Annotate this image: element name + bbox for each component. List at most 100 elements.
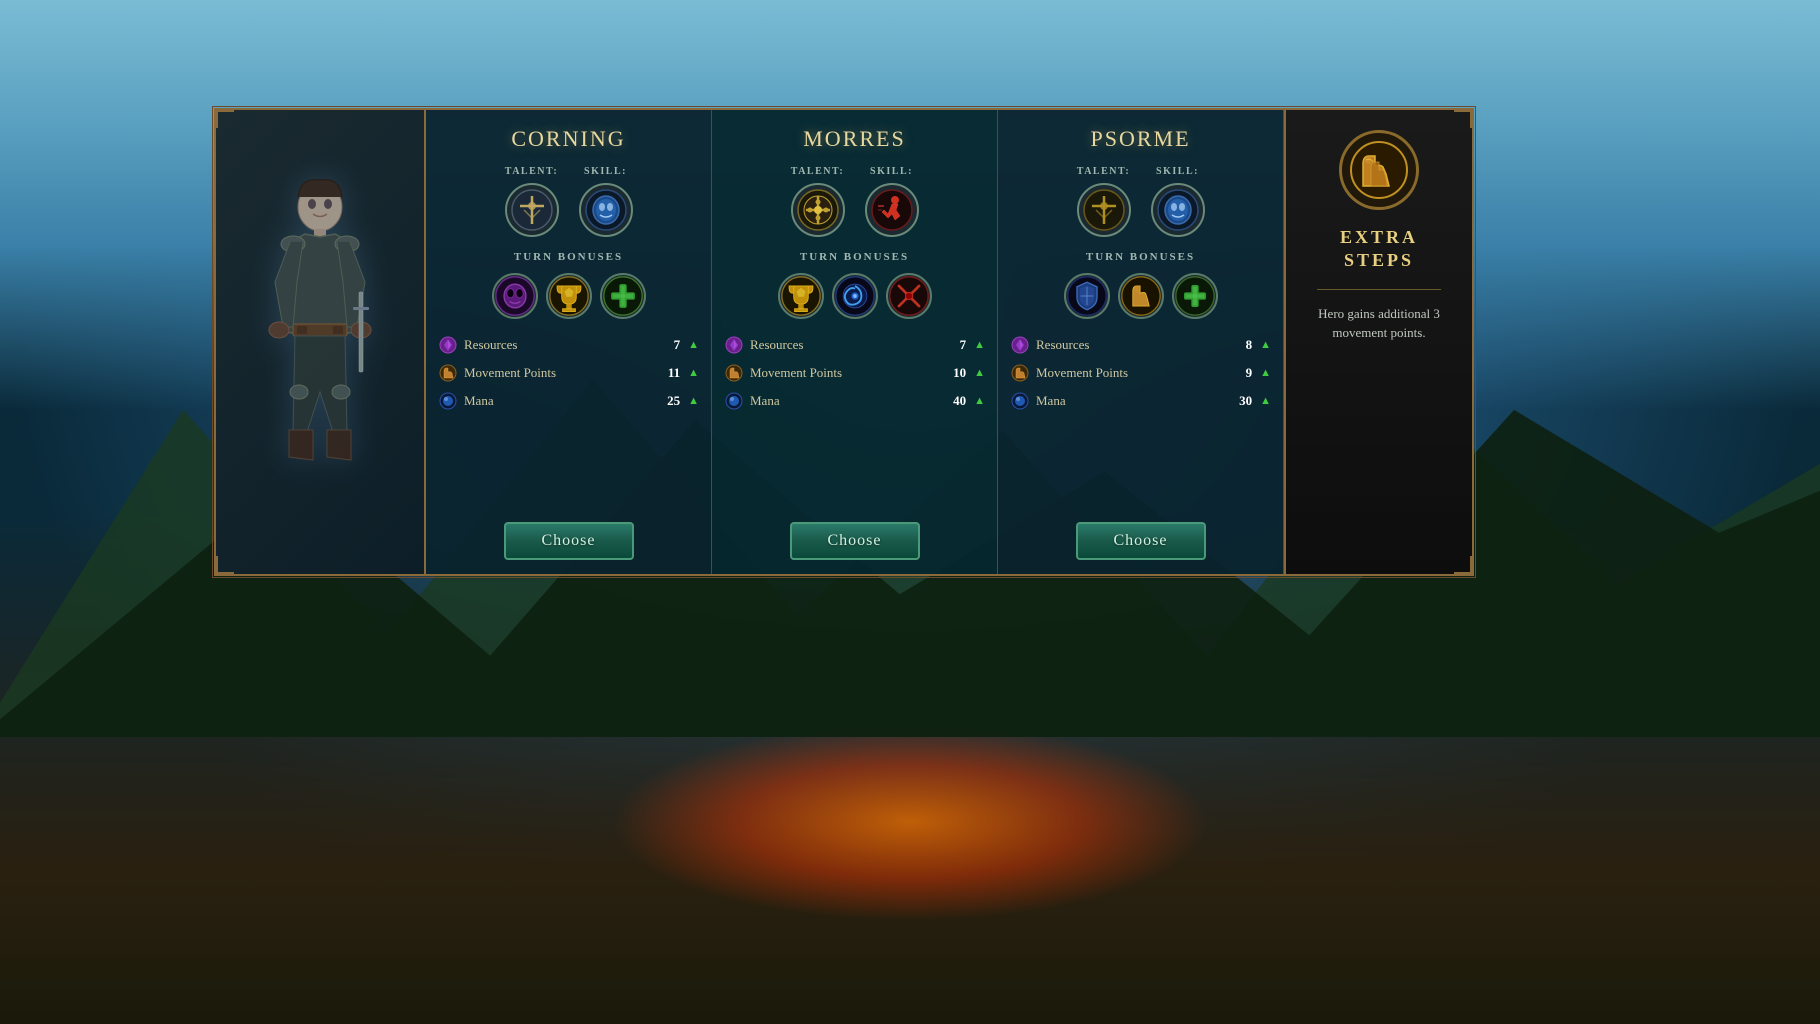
bonus-icons-1 [492,273,646,319]
talent-label-3: TALENT: [1077,166,1130,177]
bonus-icon-trophy [546,273,592,319]
bonus-icon-blue-shield [1064,273,1110,319]
stat-name-mana-1: Mana [464,393,654,409]
option-col-corning: CORNING TALENT: SKILL: [426,110,712,574]
stat-value-mana-3: 30 [1232,393,1252,409]
skill-label-1: SKILL: [584,166,627,177]
talent-icon-2 [791,183,845,237]
stat-row-resources-1: Resources 7 ▲ [438,335,699,355]
red-cross-svg [888,275,930,317]
golden-boots-icon [1349,140,1409,200]
corner-tr [1454,108,1474,128]
hero-figure [230,132,410,552]
stat-arrow-mana-1: ▲ [688,395,699,407]
hero-section [216,110,426,574]
skill-icon-3 [1151,183,1205,237]
col-title-morres: MORRES [803,126,905,152]
green-plus-svg [1174,275,1216,317]
blue-orb-icon-2 [724,391,744,411]
stat-value-movement-2: 10 [946,365,966,381]
corner-br [1454,556,1474,576]
stat-value-movement-1: 11 [660,365,680,381]
extra-divider [1317,289,1440,290]
talent-icon-3 [1077,183,1131,237]
talent-icon-1 [505,183,559,237]
stats-section-3: Resources 8 ▲ Movement Points 9 ▲ [1010,335,1271,508]
extra-panel: EXTRASTEPS Hero gains additional 3 movem… [1284,110,1472,574]
skill-icon-2 [865,183,919,237]
stat-name-mana-3: Mana [1036,393,1226,409]
corner-bl [214,556,234,576]
boot-gold-icon-1 [438,363,458,383]
stat-name-resources-1: Resources [464,337,654,353]
stat-arrow-movement-1: ▲ [688,367,699,379]
boot-gold-icon-3 [1010,363,1030,383]
stat-arrow-resources-1: ▲ [688,339,699,351]
extra-icon-wrapper [1339,130,1419,210]
main-panel: CORNING TALENT: SKILL: [214,108,1474,576]
talent-group-1: TALENT: [505,166,559,237]
stat-value-resources-3: 8 [1232,337,1252,353]
skill-label-3: SKILL: [1156,166,1199,177]
stat-name-movement-1: Movement Points [464,365,654,381]
purple-gem-icon-2 [724,335,744,355]
blue-orb-icon-3 [1010,391,1030,411]
corner-tl [214,108,234,128]
talent-group-2: TALENT: [791,166,845,237]
stat-name-resources-2: Resources [750,337,940,353]
trophy-svg [548,275,590,317]
stat-row-mana-3: Mana 30 ▲ [1010,391,1271,411]
purple-gem-icon-1 [438,335,458,355]
stat-name-movement-2: Movement Points [750,365,940,381]
bonus-icon-green-plus [1172,273,1218,319]
skill-group-2: SKILL: [865,166,919,237]
col-title-corning: CORNING [511,126,625,152]
bonus-icon-red-cross [886,273,932,319]
bonus-icons-3 [1064,273,1218,319]
blue-swirl-svg [834,275,876,317]
stat-row-movement-1: Movement Points 11 ▲ [438,363,699,383]
stat-value-resources-1: 7 [660,337,680,353]
stat-row-mana-1: Mana 25 ▲ [438,391,699,411]
cross-talent-svg [510,188,554,232]
purple-gem-icon-3 [1010,335,1030,355]
bonus-icon-blue-swirl [832,273,878,319]
bonus-icons-2 [778,273,932,319]
hero-character-svg [255,152,385,532]
skill-icon-1 [579,183,633,237]
stat-row-resources-2: Resources 7 ▲ [724,335,985,355]
blue-mask-svg [584,188,628,232]
skill-label-2: SKILL: [870,166,913,177]
extra-title: EXTRASTEPS [1340,226,1418,273]
option-col-psorme: PSORME TALENT: SKILL: [998,110,1284,574]
green-cross-svg [602,275,644,317]
option-col-morres: MORRES TALENT: [712,110,998,574]
turn-bonuses-label-3: TURN BONUSES [1086,251,1195,263]
stats-section-1: Resources 7 ▲ Movement Points 11 ▲ [438,335,699,508]
stat-arrow-resources-3: ▲ [1260,339,1271,351]
col-title-psorme: PSORME [1090,126,1190,152]
stats-section-2: Resources 7 ▲ Movement Points 10 ▲ [724,335,985,508]
skill-group-3: SKILL: [1151,166,1205,237]
bonus-icon-trophy-2 [778,273,824,319]
bonus-icon-purple-mask [492,273,538,319]
talent-label-1: TALENT: [505,166,558,177]
stat-arrow-movement-2: ▲ [974,367,985,379]
choose-button-corning[interactable]: Choose [504,522,634,560]
stat-row-movement-3: Movement Points 9 ▲ [1010,363,1271,383]
stat-value-resources-2: 7 [946,337,966,353]
purple-mask-bonus-svg [494,275,536,317]
stat-arrow-resources-2: ▲ [974,339,985,351]
stat-arrow-mana-3: ▲ [1260,395,1271,407]
choose-button-psorme[interactable]: Choose [1076,522,1206,560]
stat-name-mana-2: Mana [750,393,940,409]
blue-shield-svg [1066,275,1108,317]
skill-group-1: SKILL: [579,166,633,237]
turn-bonuses-label-1: TURN BONUSES [514,251,623,263]
stat-name-resources-3: Resources [1036,337,1226,353]
stat-name-movement-3: Movement Points [1036,365,1226,381]
red-runner-svg [870,188,914,232]
stat-value-mana-2: 40 [946,393,966,409]
choose-button-morres[interactable]: Choose [790,522,920,560]
talent-label-2: TALENT: [791,166,844,177]
